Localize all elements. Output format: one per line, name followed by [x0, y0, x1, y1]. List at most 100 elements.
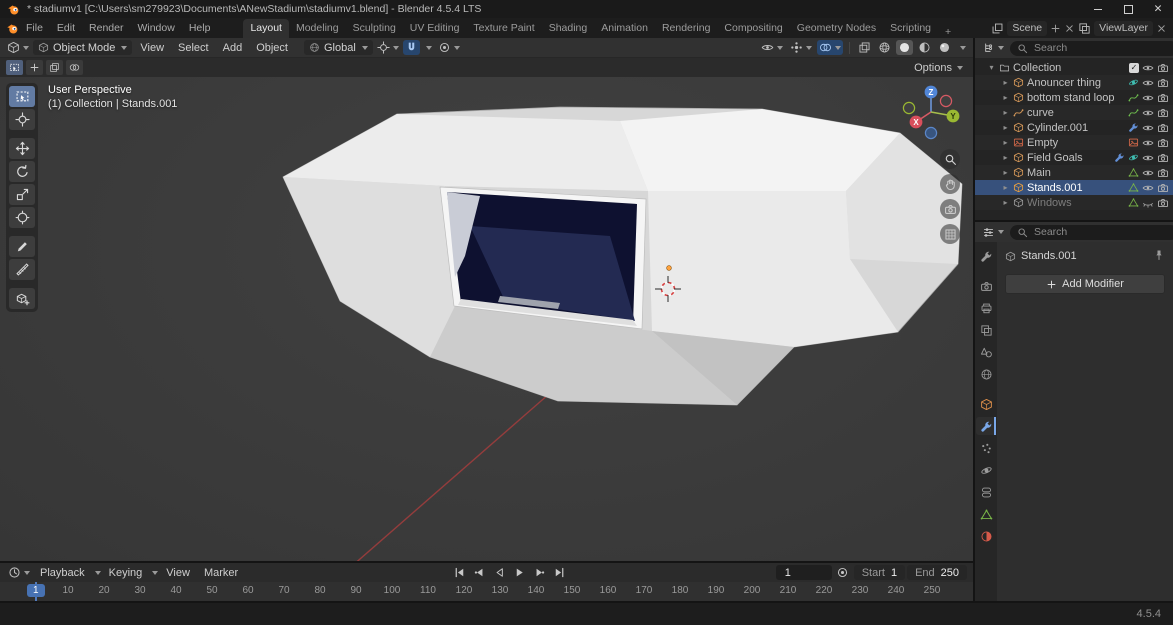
- outliner-item-cylinder-001[interactable]: ▸ Cylinder.001: [975, 120, 1173, 135]
- tab-render-properties[interactable]: [976, 277, 996, 295]
- properties-editor-type-button[interactable]: [980, 225, 1006, 240]
- outliner-item-field-goals[interactable]: ▸ Field Goals: [975, 150, 1173, 165]
- timeline-ruler[interactable]: 10 20 30 40 50 60 70 80 90 100 110 120 130 140 150 160 1…: [0, 582, 973, 601]
- expand-arrow-icon[interactable]: ▸: [1001, 108, 1010, 117]
- snapping-toggle[interactable]: [402, 40, 420, 55]
- tab-tool-properties[interactable]: [976, 247, 996, 265]
- render-visibility-icon[interactable]: [1157, 137, 1169, 149]
- scene-selector[interactable]: Scene: [1007, 20, 1048, 36]
- expand-arrow-icon[interactable]: ▸: [1001, 153, 1010, 162]
- close-button[interactable]: ✕: [1143, 0, 1173, 18]
- view-layer-icon[interactable]: [1078, 22, 1091, 35]
- render-visibility-icon[interactable]: [1157, 92, 1169, 104]
- tab-material-properties[interactable]: [976, 527, 996, 545]
- auto-keying-toggle[interactable]: [834, 565, 852, 581]
- tab-scripting[interactable]: Scripting: [883, 19, 938, 38]
- expand-arrow-icon[interactable]: ▸: [1001, 168, 1010, 177]
- play-reverse-button[interactable]: [491, 565, 509, 581]
- outliner-editor-type-button[interactable]: [980, 41, 1006, 56]
- menu-render[interactable]: Render: [82, 18, 130, 38]
- tab-object-data-properties[interactable]: [976, 505, 996, 523]
- tab-modifier-properties[interactable]: [976, 417, 996, 435]
- timeline-menu-playback[interactable]: Playback: [34, 567, 91, 579]
- editor-type-button[interactable]: [5, 40, 31, 55]
- pivot-point-dropdown[interactable]: [375, 40, 401, 55]
- render-visibility-icon[interactable]: [1157, 167, 1169, 179]
- outliner-search-input[interactable]: [1032, 41, 1171, 55]
- axis-z-ball[interactable]: Z: [924, 85, 938, 99]
- render-visibility-icon[interactable]: [1157, 107, 1169, 119]
- select-mode-set-button[interactable]: [6, 60, 23, 75]
- render-visibility-icon[interactable]: [1157, 152, 1169, 164]
- xray-toggle[interactable]: [856, 40, 873, 55]
- minimize-button[interactable]: [1083, 0, 1113, 18]
- view-layer-selector[interactable]: ViewLayer: [1094, 20, 1153, 36]
- menu-edit[interactable]: Edit: [50, 18, 82, 38]
- jump-prev-keyframe-button[interactable]: [471, 565, 489, 581]
- axis-neg-x-ball[interactable]: [939, 94, 953, 108]
- menu-help[interactable]: Help: [182, 18, 218, 38]
- tab-physics-properties[interactable]: [976, 461, 996, 479]
- viewport-canvas[interactable]: [0, 77, 973, 561]
- expand-arrow-icon[interactable]: ▸: [1001, 183, 1010, 192]
- expand-arrow-icon[interactable]: ▸: [1001, 138, 1010, 147]
- tool-rotate[interactable]: [9, 161, 35, 182]
- hidden-eye-closed-icon[interactable]: [1142, 197, 1154, 209]
- timeline-menu-view[interactable]: View: [160, 567, 196, 579]
- tab-uv-editing[interactable]: UV Editing: [403, 19, 467, 38]
- outliner-item-curve[interactable]: ▸ curve: [975, 105, 1173, 120]
- viewport-menu-add[interactable]: Add: [217, 42, 249, 54]
- tab-shading[interactable]: Shading: [542, 19, 595, 38]
- tool-transform[interactable]: [9, 207, 35, 228]
- snapping-dropdown[interactable]: [422, 45, 434, 51]
- tab-object-properties[interactable]: [976, 395, 996, 413]
- outliner-item-anouncer-thing[interactable]: ▸ Anouncer thing: [975, 75, 1173, 90]
- outliner-search[interactable]: [1010, 40, 1173, 56]
- select-mode-subtract-button[interactable]: [46, 60, 63, 75]
- hide-eye-icon[interactable]: [1142, 92, 1154, 104]
- viewport-menu-view[interactable]: View: [134, 42, 170, 54]
- tab-sculpting[interactable]: Sculpting: [346, 19, 403, 38]
- shading-rendered-button[interactable]: [936, 40, 953, 55]
- jump-to-start-button[interactable]: [451, 565, 469, 581]
- mode-dropdown[interactable]: Object Mode: [33, 40, 133, 55]
- viewport-menu-select[interactable]: Select: [172, 42, 215, 54]
- collapse-arrow-icon[interactable]: ▾: [987, 63, 996, 72]
- hide-eye-icon[interactable]: [1142, 62, 1154, 74]
- hide-eye-icon[interactable]: [1142, 167, 1154, 179]
- properties-search[interactable]: [1010, 224, 1173, 240]
- add-modifier-button[interactable]: Add Modifier: [1005, 274, 1165, 294]
- tool-add-cube[interactable]: [9, 288, 35, 309]
- hide-eye-icon[interactable]: [1142, 122, 1154, 134]
- options-dropdown[interactable]: Options: [914, 62, 967, 74]
- tab-modeling[interactable]: Modeling: [289, 19, 346, 38]
- axis-y-ball[interactable]: Y: [946, 109, 960, 123]
- tab-texture-paint[interactable]: Texture Paint: [466, 19, 541, 38]
- tab-constraint-properties[interactable]: [976, 483, 996, 501]
- gizmos-toggle[interactable]: [788, 40, 814, 55]
- properties-search-input[interactable]: [1032, 225, 1171, 239]
- tool-select-box[interactable]: [9, 86, 35, 107]
- outliner-item-stands-001[interactable]: ▸ Stands.001: [975, 180, 1173, 195]
- tab-particle-properties[interactable]: [976, 439, 996, 457]
- tool-annotate[interactable]: [9, 236, 35, 257]
- outliner-item-empty[interactable]: ▸ Empty: [975, 135, 1173, 150]
- current-frame-field[interactable]: 1: [775, 565, 832, 580]
- pan-button[interactable]: [940, 174, 960, 194]
- hide-eye-icon[interactable]: [1142, 182, 1154, 194]
- select-mode-extend-button[interactable]: [26, 60, 43, 75]
- perspective-toggle-button[interactable]: [940, 224, 960, 244]
- shading-solid-button[interactable]: [896, 40, 913, 55]
- tab-output-properties[interactable]: [976, 299, 996, 317]
- maximize-button[interactable]: [1113, 0, 1143, 18]
- jump-to-end-button[interactable]: [551, 565, 569, 581]
- remove-view-layer-icon[interactable]: [1156, 23, 1167, 34]
- expand-arrow-icon[interactable]: ▸: [1001, 78, 1010, 87]
- tab-scene-properties[interactable]: [976, 343, 996, 361]
- frame-start-field[interactable]: Start 1: [853, 565, 906, 580]
- tab-compositing[interactable]: Compositing: [717, 19, 789, 38]
- tool-measure[interactable]: [9, 259, 35, 280]
- hide-eye-icon[interactable]: [1142, 152, 1154, 164]
- expand-arrow-icon[interactable]: ▸: [1001, 198, 1010, 207]
- blender-menu-icon[interactable]: [6, 22, 19, 35]
